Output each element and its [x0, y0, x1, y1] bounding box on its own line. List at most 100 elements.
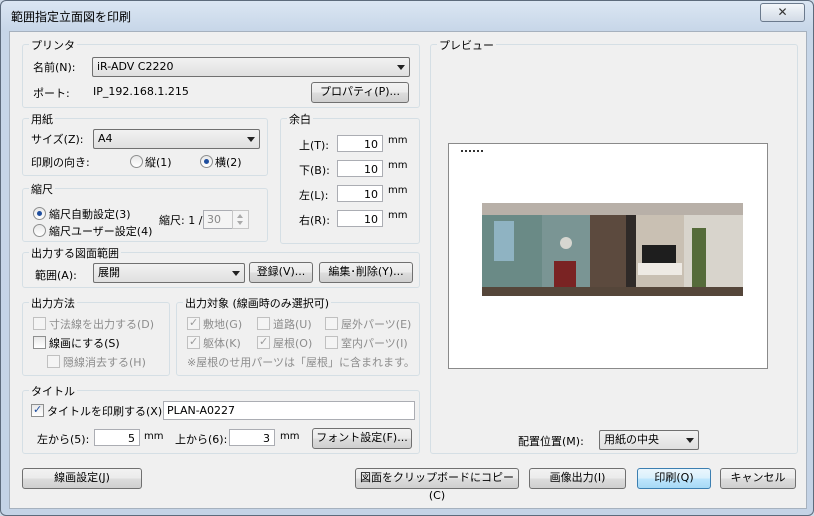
- paper-size-label: サイズ(Z):: [31, 133, 84, 146]
- margin-top-input[interactable]: 10: [337, 135, 383, 152]
- check-icon: ✓: [259, 335, 269, 348]
- portrait-radio[interactable]: [130, 155, 143, 168]
- margin-group-label: 余白: [287, 111, 313, 127]
- printer-name-value: iR-ADV C2220: [97, 60, 174, 73]
- scale-group: 縮尺 縮尺自動設定(3) 縮尺ユーザー設定(4) 縮尺: 1 / 30: [22, 181, 268, 242]
- roof-label: 屋根(O): [273, 337, 313, 350]
- from-left-unit: mm: [144, 431, 164, 442]
- properties-button[interactable]: プロパティ(P)...: [311, 82, 409, 103]
- preview-group-label: プレビュー: [437, 37, 496, 53]
- print-title-label: タイトルを印刷する(X): [47, 405, 163, 418]
- copy-clipboard-button[interactable]: 図面をクリップボードにコピー(C): [355, 468, 519, 502]
- margin-bottom-label: 下(B):: [299, 164, 330, 177]
- from-top-label: 上から(6):: [175, 433, 228, 446]
- landscape-label: 横(2): [215, 156, 242, 169]
- edit-delete-button[interactable]: 編集･削除(Y)...: [319, 262, 413, 283]
- site-label: 敷地(G): [203, 318, 243, 331]
- margin-right-label: 右(R):: [299, 214, 330, 227]
- line-settings-button[interactable]: 線画設定(J): [22, 468, 142, 489]
- roof-parts-note: ※屋根のせ用パーツは「屋根」に含まれます。: [187, 356, 415, 369]
- range-label: 範囲(A):: [35, 269, 77, 282]
- font-settings-button[interactable]: フォント設定(F)...: [312, 428, 412, 449]
- title-text-input[interactable]: PLAN-A0227: [163, 401, 415, 420]
- range-group: 出力する図面範囲 範囲(A): 展開 登録(V)... 編集･削除(Y)...: [22, 245, 420, 288]
- scale-auto-label: 縮尺自動設定(3): [49, 208, 131, 221]
- spin-down-icon: [237, 221, 243, 225]
- orientation-label: 印刷の向き:: [31, 156, 90, 169]
- close-icon: ✕: [777, 5, 788, 19]
- spin-up-icon: [237, 214, 243, 218]
- site-checkbox[interactable]: ✓: [187, 316, 200, 330]
- radio-selected-dot: [37, 211, 42, 216]
- margin-left-unit: mm: [388, 185, 408, 196]
- dimension-lines-label: 寸法線を出力する(D): [49, 318, 155, 331]
- interior-parts-label: 室内パーツ(I): [341, 337, 408, 350]
- printer-group-label: プリンタ: [29, 37, 77, 53]
- method-group: 出力方法 寸法線を出力する(D) 線画にする(S) 隠線消去する(H): [22, 295, 170, 376]
- margin-right-input[interactable]: 10: [337, 210, 383, 227]
- dimension-lines-checkbox[interactable]: [33, 317, 46, 330]
- range-select[interactable]: 展開: [93, 263, 245, 283]
- chevron-down-icon: [232, 271, 240, 276]
- margin-bottom-unit: mm: [388, 160, 408, 171]
- printer-group: プリンタ 名前(N): iR-ADV C2220 ポート: IP_192.168…: [22, 37, 420, 108]
- scale-group-label: 縮尺: [29, 181, 55, 197]
- from-left-label: 左から(5):: [37, 433, 90, 446]
- printer-port-value: IP_192.168.1.215: [93, 85, 189, 98]
- printer-port-label: ポート:: [33, 87, 70, 100]
- elevation-preview-image: [482, 203, 743, 296]
- portrait-label: 縦(1): [145, 156, 172, 169]
- from-top-unit: mm: [280, 431, 300, 442]
- interior-parts-checkbox[interactable]: [325, 336, 338, 349]
- title-group: タイトル ✓ タイトルを印刷する(X) PLAN-A0227 左から(5): 5…: [22, 383, 420, 454]
- printer-name-label: 名前(N):: [33, 61, 76, 74]
- method-group-label: 出力方法: [29, 295, 77, 311]
- preview-page: [448, 143, 768, 369]
- chevron-down-icon: [397, 65, 405, 70]
- margin-top-label: 上(T):: [299, 139, 330, 152]
- landscape-radio[interactable]: [200, 155, 213, 168]
- margin-left-input[interactable]: 10: [337, 185, 383, 202]
- range-value: 展開: [98, 266, 120, 279]
- radio-selected-dot: [204, 159, 209, 164]
- paper-group-label: 用紙: [29, 111, 55, 127]
- from-top-input[interactable]: 3: [229, 429, 275, 446]
- printer-name-select[interactable]: iR-ADV C2220: [92, 57, 410, 77]
- body-checkbox[interactable]: ✓: [187, 335, 200, 349]
- from-left-input[interactable]: 5: [94, 429, 140, 446]
- title-bar: 範囲指定立面図を印刷 ✕: [1, 1, 813, 31]
- position-label: 配置位置(M):: [518, 435, 584, 448]
- check-icon: ✓: [189, 335, 199, 348]
- print-button[interactable]: 印刷(Q): [637, 468, 711, 489]
- print-title-checkbox[interactable]: ✓: [31, 403, 44, 417]
- paper-size-value: A4: [98, 132, 113, 145]
- exterior-parts-checkbox[interactable]: [325, 317, 338, 330]
- scale-user-label: 縮尺ユーザー設定(4): [49, 225, 153, 238]
- margin-top-unit: mm: [388, 135, 408, 146]
- image-output-button[interactable]: 画像出力(I): [529, 468, 626, 489]
- margin-bottom-input[interactable]: 10: [337, 160, 383, 177]
- exterior-parts-label: 屋外パーツ(E): [341, 318, 412, 331]
- hidden-lines-checkbox[interactable]: [47, 355, 60, 368]
- position-value: 用紙の中央: [604, 433, 659, 446]
- scale-spinner[interactable]: [232, 210, 249, 229]
- register-button[interactable]: 登録(V)...: [249, 262, 313, 283]
- paper-size-select[interactable]: A4: [93, 129, 260, 149]
- road-checkbox[interactable]: [257, 317, 270, 330]
- margin-left-label: 左(L):: [299, 189, 329, 202]
- line-drawing-label: 線画にする(S): [49, 337, 120, 350]
- dialog-client: プリンタ 名前(N): iR-ADV C2220 ポート: IP_192.168…: [9, 31, 807, 509]
- hidden-lines-label: 隠線消去する(H): [63, 356, 146, 369]
- scale-auto-radio[interactable]: [33, 207, 46, 220]
- margin-right-unit: mm: [388, 210, 408, 221]
- position-select[interactable]: 用紙の中央: [599, 430, 699, 450]
- cancel-button[interactable]: キャンセル: [720, 468, 796, 489]
- range-group-label: 出力する図面範囲: [29, 245, 121, 261]
- roof-checkbox[interactable]: ✓: [257, 335, 270, 349]
- scale-user-radio[interactable]: [33, 224, 46, 237]
- line-drawing-checkbox[interactable]: [33, 336, 46, 349]
- close-button[interactable]: ✕: [760, 3, 805, 22]
- scale-ratio-label: 縮尺: 1 /: [159, 214, 203, 227]
- chevron-down-icon: [686, 438, 694, 443]
- chevron-down-icon: [247, 137, 255, 142]
